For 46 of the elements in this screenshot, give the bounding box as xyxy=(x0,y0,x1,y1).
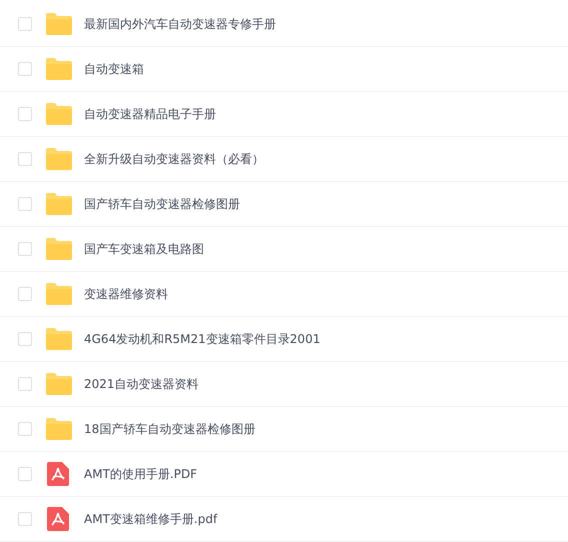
file-row[interactable]: 2021自动变速器资料 xyxy=(0,362,568,407)
file-name: 变速器维修资料 xyxy=(84,286,168,302)
file-row[interactable]: 变速器维修资料 xyxy=(0,272,568,317)
checkbox[interactable] xyxy=(18,107,32,121)
file-row[interactable]: 自动变速器精品电子手册 xyxy=(0,92,568,137)
folder-icon xyxy=(45,58,73,80)
file-name: AMT的使用手册.PDF xyxy=(84,466,198,482)
file-name: 国产轿车自动变速器检修图册 xyxy=(84,196,240,212)
file-name: 国产车变速箱及电路图 xyxy=(84,240,204,258)
file-name: 全新升级自动变速器资料（必看） xyxy=(84,150,264,168)
folder-icon xyxy=(45,238,73,260)
file-row[interactable]: 4G64发动机和R5M21变速箱零件目录2001 xyxy=(0,317,568,362)
file-name: 18国产轿车自动变速器检修图册 xyxy=(84,420,256,438)
file-name: AMT变速箱维修手册.pdf xyxy=(84,510,218,528)
file-row[interactable]: 国产车变速箱及电路图 xyxy=(0,227,568,272)
checkbox[interactable] xyxy=(18,62,32,76)
file-row[interactable]: 自动变速箱 xyxy=(0,47,568,92)
file-name: 最新国内外汽车自动变速器专修手册 xyxy=(84,16,276,32)
checkbox[interactable] xyxy=(18,467,32,481)
checkbox[interactable] xyxy=(18,422,32,436)
checkbox[interactable] xyxy=(18,197,32,211)
file-row[interactable]: 全新升级自动变速器资料（必看） xyxy=(0,137,568,182)
file-name: 自动变速箱 xyxy=(84,60,144,78)
checkbox[interactable] xyxy=(18,332,32,346)
folder-icon xyxy=(45,103,73,125)
folder-icon xyxy=(45,328,73,350)
checkbox[interactable] xyxy=(18,242,32,256)
checkbox[interactable] xyxy=(18,512,32,526)
file-name: 自动变速器精品电子手册 xyxy=(84,106,216,122)
folder-icon xyxy=(45,283,73,305)
file-name: 2021自动变速器资料 xyxy=(84,376,199,392)
folder-icon xyxy=(45,193,73,215)
file-row[interactable]: AMT的使用手册.PDF xyxy=(0,452,568,497)
file-row[interactable]: 18国产轿车自动变速器检修图册 xyxy=(0,407,568,452)
file-row[interactable]: 国产轿车自动变速器检修图册 xyxy=(0,182,568,227)
folder-icon xyxy=(45,148,73,170)
checkbox[interactable] xyxy=(18,17,32,31)
folder-icon xyxy=(45,418,73,440)
checkbox[interactable] xyxy=(18,287,32,301)
file-name: 4G64发动机和R5M21变速箱零件目录2001 xyxy=(84,330,320,348)
checkbox[interactable] xyxy=(18,152,32,166)
folder-icon xyxy=(45,373,73,395)
file-row[interactable]: AMT变速箱维修手册.pdf xyxy=(0,497,568,542)
checkbox[interactable] xyxy=(18,377,32,391)
file-row[interactable]: 最新国内外汽车自动变速器专修手册 xyxy=(0,2,568,47)
folder-icon xyxy=(45,13,73,35)
